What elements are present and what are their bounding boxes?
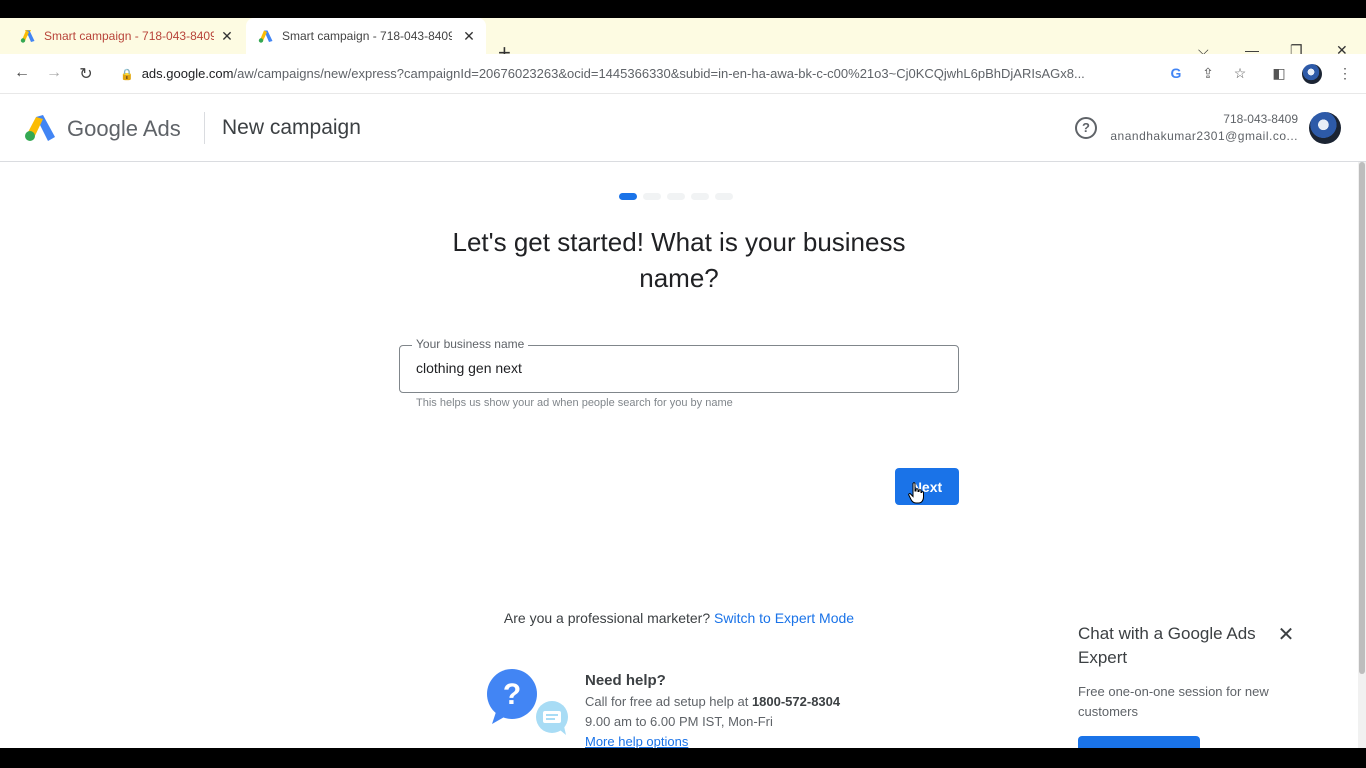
url-path: /aw/campaigns/new/express?campaignId=206…	[233, 66, 1085, 81]
profile-avatar-icon[interactable]	[1302, 64, 1322, 84]
google-ads-favicon	[20, 30, 35, 43]
page-scrollbar[interactable]	[1358, 162, 1366, 748]
need-help-hours: 9.00 am to 6.00 PM IST, Mon-Fri	[585, 714, 773, 729]
tab-title: Smart campaign - 718-043-8409	[282, 29, 452, 43]
back-arrow-icon[interactable]: ←	[12, 64, 32, 82]
chat-start-button[interactable]	[1078, 736, 1200, 748]
headline-line-1: Let's get started! What is your business	[452, 227, 906, 257]
menu-kebab-icon[interactable]: ⋮	[1336, 65, 1354, 82]
browser-tab-1[interactable]: Smart campaign - 718-043-8409 ✕	[0, 18, 244, 54]
field-label: Your business name	[412, 337, 529, 351]
chat-subtitle: Free one-on-one session for new customer…	[1078, 684, 1269, 719]
page-headline: Let's get started! What is your business…	[420, 224, 938, 296]
share-icon[interactable]: ⇪	[1199, 65, 1217, 82]
chat-expert-card: Chat with a Google Ads Expert ✕ Free one…	[1078, 622, 1308, 748]
need-help-phone-line: Call for free ad setup help at 1800-572-…	[585, 694, 840, 709]
browser-tabstrip: Smart campaign - 718-043-8409 ✕ Smart ca…	[0, 18, 1366, 64]
svg-text:?: ?	[503, 678, 521, 711]
tab-title: Smart campaign - 718-043-8409	[44, 29, 214, 43]
screen-bottom-border	[0, 748, 1366, 768]
google-translate-icon[interactable]: G	[1167, 65, 1185, 81]
need-help-prefix: Call for free ad setup help at	[585, 694, 752, 709]
hand-cursor-icon	[908, 482, 924, 504]
screen-top-border	[0, 0, 1366, 18]
step-dot	[619, 193, 637, 200]
brand-name: Google Ads	[67, 116, 181, 141]
forward-arrow-icon[interactable]: →	[44, 64, 64, 82]
help-chat-illustration-icon: ?	[487, 669, 568, 735]
headline-line-2: name?	[639, 263, 719, 293]
field-hint: This helps us show your ad when people s…	[416, 397, 733, 409]
google-ads-logo	[25, 115, 55, 141]
url-field[interactable]: 🔒 ads.google.com/aw/campaigns/new/express…	[120, 66, 1160, 81]
progress-stepper	[619, 193, 733, 200]
lock-icon: 🔒	[120, 69, 134, 81]
account-email: anandhakumar2301@gmail.co...	[1110, 129, 1298, 143]
url-host: ads.google.com	[141, 66, 234, 81]
business-name-input[interactable]	[416, 360, 936, 376]
step-dot	[643, 193, 661, 200]
need-help-title: Need help?	[585, 672, 666, 689]
page-title: New campaign	[222, 116, 361, 139]
step-dot	[691, 193, 709, 200]
business-name-field[interactable]: Your business name	[399, 337, 959, 393]
expert-text: Are you a professional marketer?	[503, 610, 711, 626]
reload-icon[interactable]: ↻	[76, 64, 96, 84]
next-button[interactable]: Next	[895, 468, 959, 505]
chat-title: Chat with a Google Ads Expert	[1078, 624, 1256, 667]
close-tab-icon[interactable]: ✕	[220, 28, 234, 45]
side-panel-icon[interactable]: ◧	[1270, 65, 1288, 82]
help-icon[interactable]: ?	[1075, 117, 1097, 139]
address-bar: ← → ↻ 🔒 ads.google.com/aw/campaigns/new/e…	[0, 54, 1366, 94]
main-content: Let's get started! What is your business…	[0, 162, 1358, 748]
scrollbar-thumb[interactable]	[1359, 162, 1365, 674]
step-dot	[667, 193, 685, 200]
app-header: Google Ads New campaign ? 718-043-8409 a…	[0, 94, 1366, 162]
close-icon[interactable]: ✕	[1276, 622, 1296, 647]
close-tab-icon[interactable]: ✕	[462, 28, 476, 45]
bookmark-star-icon[interactable]: ☆	[1231, 65, 1249, 82]
browser-tab-2[interactable]: Smart campaign - 718-043-8409 ✕	[246, 18, 486, 54]
step-dot	[715, 193, 733, 200]
more-help-options-link[interactable]: More help options	[585, 734, 688, 748]
account-id: 718-043-8409	[1223, 112, 1298, 126]
switch-expert-mode-link[interactable]: Switch to Expert Mode	[714, 610, 854, 626]
header-divider	[204, 112, 205, 144]
avatar[interactable]	[1309, 112, 1341, 144]
need-help-phone: 1800-572-8304	[751, 694, 841, 709]
google-ads-favicon	[258, 30, 273, 43]
